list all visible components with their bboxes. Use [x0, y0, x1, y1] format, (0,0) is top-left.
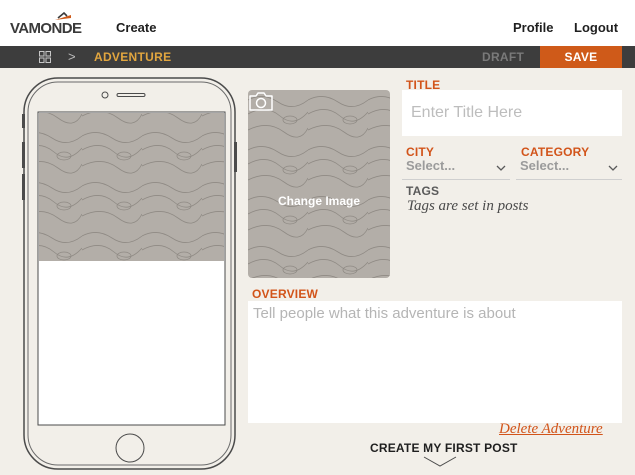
tags-value: Tags are set in posts — [407, 198, 529, 214]
top-bar: VAMONDE Create Profile Logout — [0, 0, 635, 46]
topo-pattern — [248, 90, 390, 278]
create-first-post-button[interactable]: CREATE MY FIRST POST — [370, 441, 518, 455]
phone-preview — [22, 77, 237, 470]
delete-adventure-link[interactable]: Delete Adventure — [499, 421, 603, 438]
chevron-down-icon — [496, 165, 506, 171]
breadcrumb-current: ADVENTURE — [94, 50, 172, 64]
grid-icon[interactable] — [39, 51, 51, 63]
save-button[interactable]: SAVE — [540, 46, 622, 68]
overview-textarea[interactable] — [248, 301, 622, 423]
tags-label: TAGS — [406, 184, 440, 198]
category-select-value: Select... — [520, 158, 570, 173]
camera-icon — [249, 92, 273, 111]
cover-image[interactable]: Change Image — [248, 90, 390, 278]
nav-create-link[interactable]: Create — [116, 20, 156, 35]
title-input[interactable] — [402, 90, 622, 136]
overview-label: OVERVIEW — [252, 287, 319, 301]
logo-hat-icon — [55, 12, 71, 20]
nav-logout-link[interactable]: Logout — [574, 20, 618, 35]
chevron-down-icon[interactable] — [423, 456, 457, 467]
city-select-value: Select... — [406, 158, 456, 173]
logo[interactable]: VAMONDE — [10, 20, 82, 37]
breadcrumb-separator: > — [68, 49, 76, 64]
city-select[interactable]: Select... — [402, 156, 510, 180]
change-image-label: Change Image — [277, 194, 361, 208]
chevron-down-icon — [608, 165, 618, 171]
nav-profile-link[interactable]: Profile — [513, 20, 553, 35]
category-select[interactable]: Select... — [516, 156, 622, 180]
draft-status: DRAFT — [482, 50, 525, 64]
